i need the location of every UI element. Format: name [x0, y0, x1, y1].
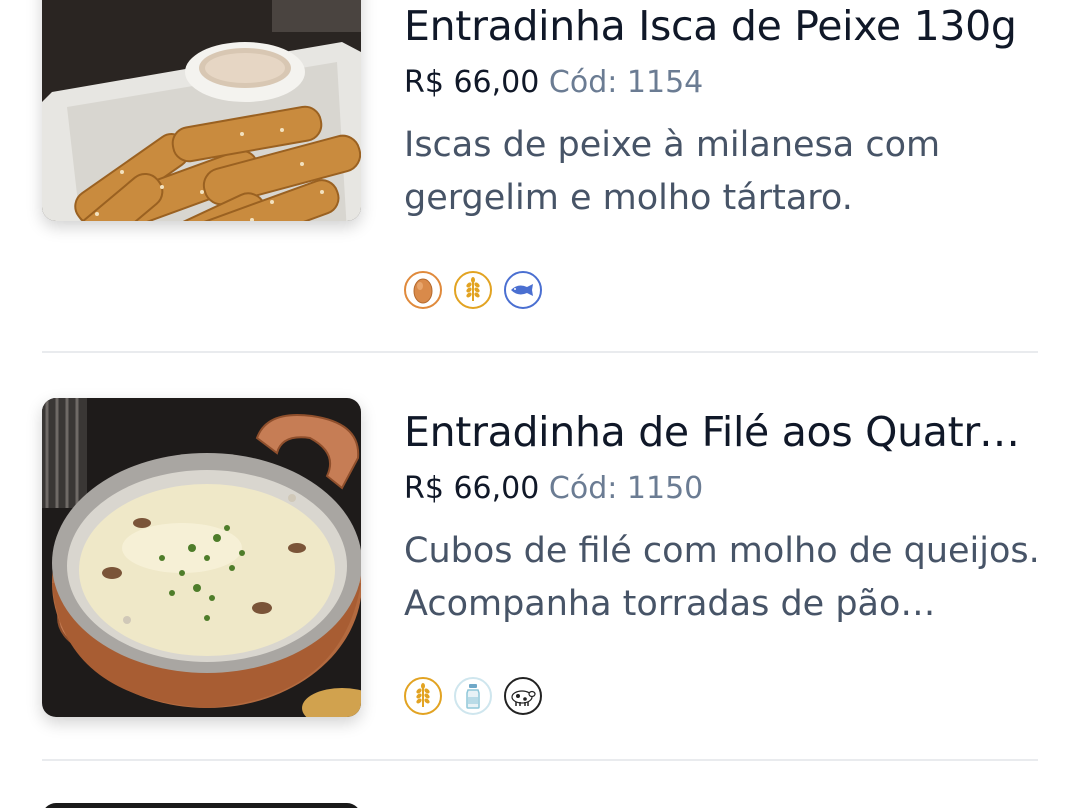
item-divider	[42, 351, 1038, 353]
price-line: R$ 66,00 Cód: 1150	[404, 471, 703, 507]
milk-bottle-icon	[454, 677, 492, 715]
allergen-list	[404, 677, 542, 715]
dish-photo[interactable]	[42, 803, 361, 808]
menu-list: Entradinha Isca de Peixe 130g R$ 66,00 C…	[0, 0, 1080, 808]
code-label: Cód:	[548, 471, 618, 506]
dish-title[interactable]: Entradinha de Filé aos Quatro Queijos	[404, 408, 1044, 456]
fish-icon	[504, 271, 542, 309]
egg-icon	[404, 271, 442, 309]
dish-description: Cubos de filé com molho de queijos. Acom…	[404, 531, 1040, 624]
gluten-wheat-icon	[404, 677, 442, 715]
dish-description: Iscas de peixe à milanesa com gergelim e…	[404, 125, 941, 218]
code-value: 1154	[626, 65, 704, 100]
dish-photo[interactable]	[42, 398, 361, 717]
gluten-wheat-icon	[454, 271, 492, 309]
menu-item-card[interactable]: Entradinha de Filé aos Quatro Queijos R$…	[0, 398, 1080, 805]
code-value: 1150	[626, 471, 704, 506]
code-label: Cód:	[548, 65, 618, 100]
menu-item-card[interactable]: Entradinha Isca de Peixe 130g R$ 66,00 C…	[0, 0, 1080, 353]
copper-pan-cheese-sauce-photo	[42, 398, 361, 717]
dish-photo[interactable]	[42, 0, 361, 221]
cow-icon	[504, 677, 542, 715]
price-line: R$ 66,00 Cód: 1154	[404, 65, 703, 101]
dish-price: R$ 66,00	[404, 65, 540, 100]
dish-title[interactable]: Entradinha Isca de Peixe 130g	[404, 2, 1044, 50]
dish-price: R$ 66,00	[404, 471, 540, 506]
fried-fish-strips-photo	[42, 0, 361, 221]
allergen-list	[404, 271, 542, 309]
item-divider	[42, 759, 1038, 761]
